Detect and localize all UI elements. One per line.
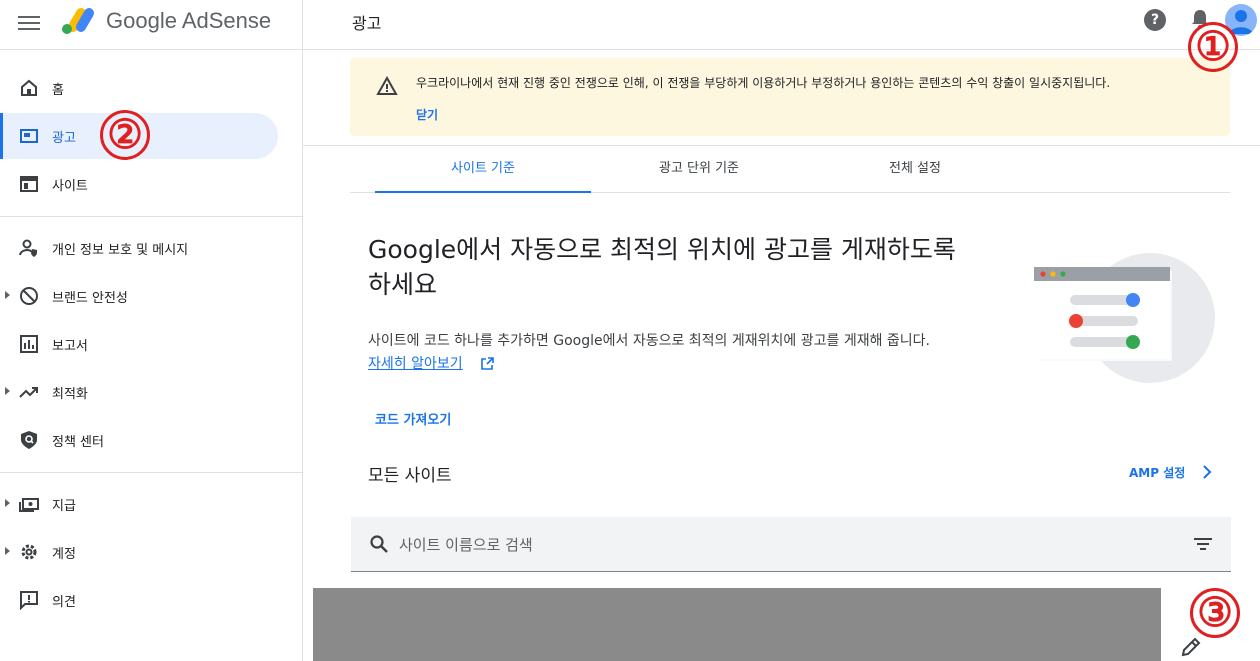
sidebar-item-label: 광고	[52, 131, 76, 146]
sidebar-item-label: 정책 센터	[52, 435, 104, 450]
adsense-logo	[62, 8, 94, 34]
get-code-button[interactable]: 코드 가져오기	[375, 409, 451, 428]
sidebar-item-label: 의견	[52, 595, 76, 610]
top-app-bar: Google AdSense 광고 ?	[0, 0, 1260, 50]
feedback-icon	[20, 591, 38, 610]
sidebar-item-home[interactable]: 홈	[0, 65, 278, 111]
home-icon	[21, 79, 37, 96]
search-input[interactable]	[399, 532, 1159, 558]
annotation-marker-1: ①	[1188, 22, 1238, 72]
sidebar-item-label: 사이트	[52, 179, 88, 194]
auto-ads-headline: Google에서 자동으로 최적의 위치에 광고를 게재하도록 하세요	[368, 232, 1028, 302]
all-sites-heading: 모든 사이트	[368, 466, 452, 486]
sidebar-item-feedback[interactable]: 의견	[0, 577, 278, 623]
headline-line: Google에서 자동으로 최적의 위치에 광고를 게재하도록	[368, 235, 956, 264]
amp-settings-link[interactable]: AMP 설정	[1129, 464, 1185, 481]
sidebar-item-label: 브랜드 안전성	[52, 291, 128, 306]
payments-icon	[19, 498, 39, 512]
help-icon[interactable]: ?	[1144, 9, 1166, 31]
sidebar-item-account[interactable]: 계정	[0, 529, 278, 575]
alert-banner: 우크라이나에서 현재 진행 중인 전쟁으로 인해, 이 전쟁을 부당하게 이용하…	[350, 58, 1230, 136]
sidebar-item-brand-safety[interactable]: 브랜드 안전성	[0, 273, 278, 319]
warning-icon	[376, 76, 398, 95]
sidebar-item-payments[interactable]: 지급	[0, 481, 278, 527]
sidebar-item-reports[interactable]: 보고서	[0, 321, 278, 367]
privacy-icon	[19, 239, 37, 257]
edit-pencil-icon[interactable]	[1180, 636, 1202, 658]
annotation-marker-3: ③	[1190, 588, 1240, 638]
sidebar-item-label: 보고서	[52, 339, 88, 354]
ads-icon	[20, 129, 38, 143]
sidebar-divider	[0, 216, 302, 217]
annotation-marker-2: ②	[100, 110, 150, 160]
shield-icon	[21, 431, 37, 449]
brand-name: Google AdSense	[106, 8, 272, 33]
sidebar-divider	[0, 472, 302, 473]
block-icon	[20, 287, 38, 305]
menu-icon[interactable]	[18, 12, 40, 34]
sidebar-item-sites[interactable]: 사이트	[0, 161, 278, 207]
tab-by-site[interactable]: 사이트 기준	[375, 146, 591, 193]
sites-icon	[20, 176, 38, 192]
tab-global-settings[interactable]: 전체 설정	[807, 146, 1023, 192]
auto-ads-description: 사이트에 코드 하나를 추가하면 Google에서 자동으로 최적의 게재위치에…	[368, 333, 930, 349]
expand-caret-icon	[5, 291, 10, 299]
learn-more-link[interactable]: 자세히 알아보기	[368, 353, 463, 373]
sidebar-item-label: 개인 정보 보호 및 메시지	[52, 243, 189, 258]
site-search-bar	[351, 517, 1231, 572]
sidebar-item-optimization[interactable]: 최적화	[0, 369, 278, 415]
tab-bar: 사이트 기준 광고 단위 기준 전체 설정	[350, 146, 1230, 193]
open-in-new-icon[interactable]	[481, 357, 494, 370]
expand-caret-icon	[5, 387, 10, 395]
sidebar-item-label: 지급	[52, 499, 76, 514]
trending-icon	[19, 387, 38, 398]
gear-icon	[21, 544, 37, 560]
auto-ads-illustration	[1034, 253, 1215, 383]
page-title: 광고	[352, 14, 382, 33]
headline-line: 하세요	[368, 270, 438, 299]
sidebar: 홈 광고 사이트 개인 정보 보호 및 메시지 브랜드 안전성 보고서 최적화 …	[0, 51, 302, 661]
sidebar-item-label: 홈	[52, 83, 64, 98]
expand-caret-icon	[5, 499, 10, 507]
sidebar-divider	[302, 0, 303, 661]
bar-chart-icon	[20, 335, 38, 353]
banner-message: 우크라이나에서 현재 진행 중인 전쟁으로 인해, 이 전쟁을 부당하게 이용하…	[416, 76, 1111, 90]
redacted-region	[313, 588, 1161, 661]
dismiss-button[interactable]: 닫기	[416, 106, 438, 123]
tab-by-ad-unit[interactable]: 광고 단위 기준	[591, 146, 807, 192]
chevron-right-icon[interactable]	[1202, 465, 1212, 479]
sidebar-item-privacy[interactable]: 개인 정보 보호 및 메시지	[0, 225, 278, 271]
filter-icon[interactable]	[1193, 536, 1213, 552]
expand-caret-icon	[5, 547, 10, 555]
sidebar-item-label: 계정	[52, 547, 76, 562]
sidebar-item-policy-center[interactable]: 정책 센터	[0, 417, 278, 463]
search-icon	[370, 535, 388, 553]
sidebar-item-label: 최적화	[52, 387, 88, 402]
